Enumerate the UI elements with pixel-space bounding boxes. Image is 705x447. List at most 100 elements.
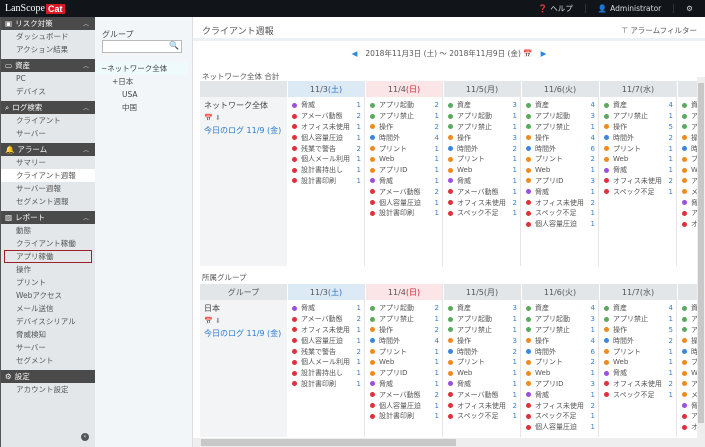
alarm-item[interactable]: 個人容量圧迫 1 (366, 197, 442, 208)
alarm-item[interactable]: 時間外 4 (366, 132, 442, 143)
alarm-item[interactable]: オフィス未使用 2 (444, 197, 520, 208)
alarm-count[interactable]: 1 (591, 369, 595, 377)
alarm-item[interactable]: プリント 1 (444, 357, 520, 368)
alarm-count[interactable]: 1 (435, 315, 439, 323)
alarm-item[interactable]: 資産 3 (444, 303, 520, 314)
alarm-count[interactable]: 1 (357, 123, 361, 131)
alarm-item[interactable]: 設計書持出し 1 (288, 368, 364, 379)
alarm-count[interactable]: 6 (591, 145, 595, 153)
alarm-item[interactable]: アプリ起動 1 (444, 314, 520, 325)
next-week-icon[interactable]: ▶ (541, 49, 547, 58)
sidebar-item[interactable]: セグメント (1, 354, 95, 367)
alarm-item[interactable]: 設計書持出し 1 (288, 165, 364, 176)
alarm-count[interactable]: 1 (357, 326, 361, 334)
sidebar-section-monitor[interactable]: ▭ 資産 ︿ (1, 59, 95, 72)
alarm-count[interactable]: 2 (513, 145, 517, 153)
alarm-item[interactable]: 脅威 1 (600, 368, 676, 379)
alarm-item[interactable]: プリント 1 (444, 154, 520, 165)
alarm-count[interactable]: 1 (513, 177, 517, 185)
alarm-item[interactable]: アプリ起動 2 (366, 303, 442, 314)
alarm-item[interactable]: プリント 2 (522, 154, 598, 165)
alarm-count[interactable]: 1 (591, 209, 595, 217)
alarm-item[interactable]: 脅威 (678, 197, 697, 208)
today-log-link[interactable]: 今日のログ 11/9 (金) (200, 325, 287, 339)
alarm-item[interactable]: 時間外 2 (600, 335, 676, 346)
alarm-item[interactable]: 時間外 (678, 346, 697, 357)
alarm-item[interactable]: プリント 1 (366, 143, 442, 154)
alarm-count[interactable]: 2 (669, 177, 673, 185)
alarm-item[interactable]: アプ (678, 379, 697, 390)
alarm-item[interactable]: アプリ (678, 122, 697, 133)
alarm-count[interactable]: 1 (591, 326, 595, 334)
alarm-count[interactable]: 2 (591, 199, 595, 207)
calendar-export-icons[interactable]: 📅 ⬇ (200, 314, 287, 325)
alarm-item[interactable]: 個人メール利用 1 (288, 154, 364, 165)
sidebar-section-bell[interactable]: 🔔 アラーム ︿ (1, 143, 95, 156)
tree-node[interactable]: USA (95, 88, 188, 101)
alarm-count[interactable]: 1 (591, 188, 595, 196)
alarm-count[interactable]: 1 (435, 348, 439, 356)
alarm-count[interactable]: 1 (513, 112, 517, 120)
alarm-item[interactable]: アメーバ動態 2 (288, 111, 364, 122)
alarm-count[interactable]: 3 (513, 337, 517, 345)
alarm-count[interactable]: 3 (513, 304, 517, 312)
alarm-item[interactable]: プリント 2 (522, 357, 598, 368)
alarm-count[interactable]: 2 (513, 348, 517, 356)
alarm-item[interactable]: 脅威 1 (600, 165, 676, 176)
alarm-count[interactable]: 1 (513, 326, 517, 334)
alarm-item[interactable]: 操作 (678, 335, 697, 346)
sidebar-item[interactable]: クライアント週報 (1, 169, 95, 182)
alarm-count[interactable]: 1 (513, 209, 517, 217)
alarm-count[interactable]: 1 (357, 358, 361, 366)
alarm-item[interactable]: Web 1 (600, 154, 676, 165)
alarm-count[interactable]: 3 (591, 177, 595, 185)
sidebar-item[interactable]: PC (1, 72, 95, 85)
alarm-item[interactable]: 残業で警告 2 (288, 143, 364, 154)
alarm-count[interactable]: 4 (435, 337, 439, 345)
alarm-count[interactable]: 2 (357, 145, 361, 153)
alarm-item[interactable]: アプリ禁止 1 (522, 122, 598, 133)
alarm-count[interactable]: 1 (357, 337, 361, 345)
alarm-item[interactable]: プリント 1 (366, 346, 442, 357)
help-link[interactable]: ❓ ヘルプ (526, 3, 585, 14)
alarm-item[interactable]: 設計書印刷 1 (366, 411, 442, 422)
alarm-item[interactable]: 個人容量圧迫 1 (366, 400, 442, 411)
alarm-item[interactable]: 操作 3 (444, 335, 520, 346)
alarm-item[interactable]: オフィス未使用 2 (600, 176, 676, 187)
alarm-count[interactable]: 4 (591, 134, 595, 142)
user-menu[interactable]: 👤 Administrator (584, 4, 673, 13)
alarm-item[interactable]: スペック不足 1 (444, 208, 520, 219)
alarm-count[interactable]: 3 (513, 101, 517, 109)
alarm-count[interactable]: 1 (669, 348, 673, 356)
alarm-count[interactable]: 2 (357, 315, 361, 323)
sidebar-item[interactable]: サーバー週報 (1, 182, 95, 195)
alarm-count[interactable]: 1 (591, 166, 595, 174)
alarm-item[interactable]: 時間外 4 (366, 335, 442, 346)
alarm-item[interactable]: スペック不足 1 (522, 208, 598, 219)
collapse-sidebar-icon[interactable]: ‹ (81, 433, 89, 441)
sidebar-item[interactable]: アプリ稼働 (4, 250, 92, 263)
alarm-item[interactable]: 操作 2 (366, 325, 442, 336)
alarm-filter-button[interactable]: ⊤ アラームフィルター (621, 25, 697, 36)
alarm-item[interactable]: 時間外 2 (444, 346, 520, 357)
alarm-count[interactable]: 1 (669, 166, 673, 174)
alarm-item[interactable]: アプリID 3 (522, 379, 598, 390)
alarm-count[interactable]: 1 (357, 380, 361, 388)
tree-node[interactable]: + 日本 (95, 75, 188, 88)
alarm-item[interactable]: アプリID 1 (366, 368, 442, 379)
alarm-item[interactable]: Web 1 (522, 165, 598, 176)
alarm-count[interactable]: 1 (669, 145, 673, 153)
alarm-item[interactable]: オフィス未使用 1 (288, 325, 364, 336)
alarm-count[interactable]: 4 (435, 134, 439, 142)
alarm-item[interactable]: プリント 1 (600, 143, 676, 154)
alarm-count[interactable]: 1 (357, 155, 361, 163)
alarm-count[interactable]: 4 (591, 337, 595, 345)
alarm-item[interactable]: 操作 5 (600, 122, 676, 133)
alarm-count[interactable]: 2 (513, 199, 517, 207)
alarm-count[interactable]: 1 (591, 220, 595, 228)
alarm-item[interactable]: 操作 (678, 132, 697, 143)
alarm-item[interactable]: 時間外 2 (600, 132, 676, 143)
sidebar-item[interactable]: セグメント週報 (1, 195, 95, 208)
sidebar-item[interactable]: クライアント (1, 114, 95, 127)
alarm-item[interactable]: アプリ起動 2 (366, 100, 442, 111)
